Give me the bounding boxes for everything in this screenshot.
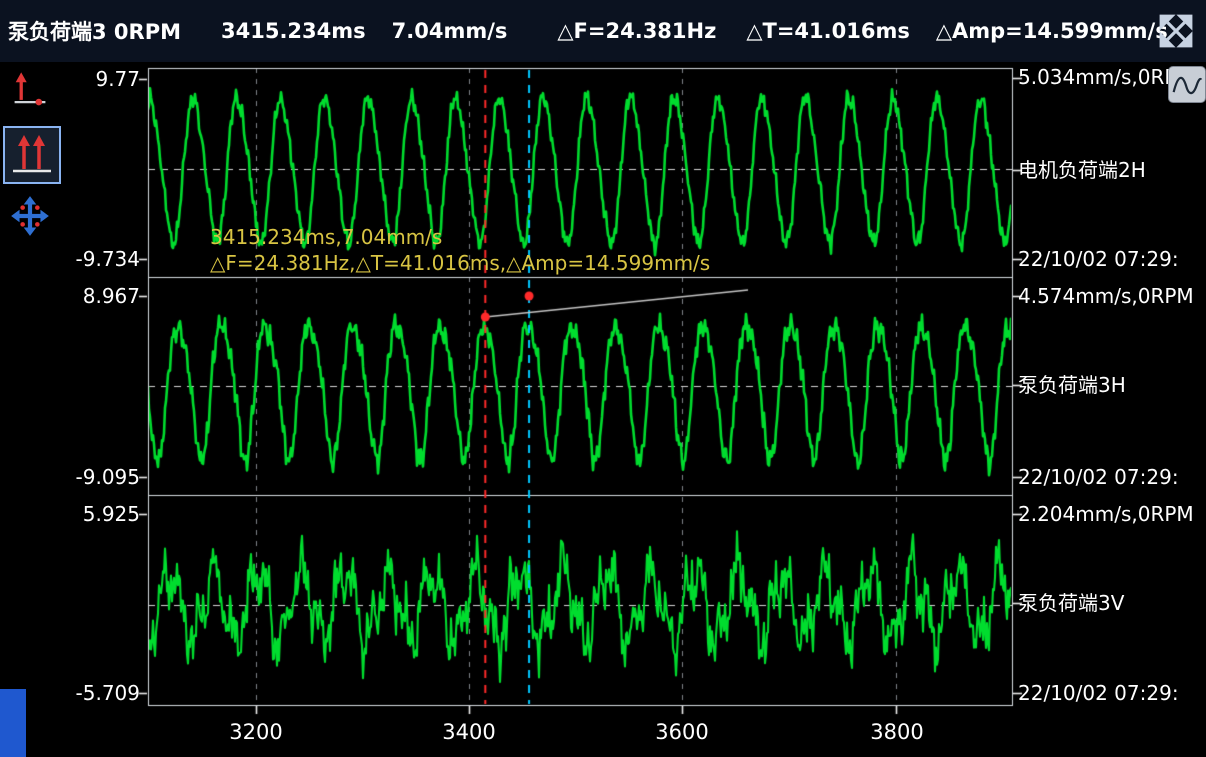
delta-frequency-readout: △F=24.381Hz	[557, 19, 716, 43]
channel-name-panel2: 泵负荷端3H	[1018, 372, 1126, 398]
pan-move-icon	[9, 194, 51, 238]
channel-name-panel3: 泵负荷端3V	[1018, 590, 1124, 616]
dual-cursor-button[interactable]	[3, 126, 61, 184]
delta-amplitude-readout: △Amp=14.599mm/s	[936, 19, 1168, 43]
pan-button[interactable]	[9, 194, 51, 238]
single-cursor-button[interactable]	[8, 70, 52, 110]
timestamp-panel2: 22/10/02 07:29:	[1018, 464, 1179, 490]
waveform-view-icon	[1171, 70, 1203, 100]
peak-readout-panel2: 4.574mm/s,0RPM	[1018, 283, 1194, 309]
x-tick-label: 3600	[655, 720, 708, 744]
x-tick-label: 3400	[442, 720, 495, 744]
status-bar: 泵负荷端3 0RPM 3415.234ms 7.04mm/s △F=24.381…	[0, 0, 1206, 62]
x-tick-label: 3800	[870, 720, 923, 744]
cursor-toolbar	[0, 62, 66, 757]
single-cursor-icon	[8, 70, 52, 110]
peak-readout-panel3: 2.204mm/s,0RPM	[1018, 501, 1194, 527]
x-tick-label: 3200	[229, 720, 282, 744]
delta-time-readout: △T=41.016ms	[746, 19, 910, 43]
fullscreen-expand-icon[interactable]	[1158, 13, 1194, 49]
timestamp-panel3: 22/10/02 07:29:	[1018, 680, 1179, 706]
waveform-view-button[interactable]	[1168, 66, 1206, 103]
cursor-amplitude-readout: 7.04mm/s	[392, 19, 508, 43]
channel-name-panel1: 电机负荷端2H	[1018, 157, 1146, 183]
timestamp-panel1: 22/10/02 07:29:	[1018, 246, 1179, 272]
channel-readout: 泵负荷端3 0RPM	[8, 16, 181, 46]
cursor-annotation-line1: 3415.234ms,7.04mm/s	[210, 225, 442, 249]
cursor-annotation-line2: △F=24.381Hz,△T=41.016ms,△Amp=14.599mm/s	[210, 251, 710, 275]
dual-cursor-icon	[8, 131, 56, 179]
cursor-time-readout: 3415.234ms	[221, 19, 366, 43]
bottom-left-panel-button[interactable]	[0, 689, 26, 757]
